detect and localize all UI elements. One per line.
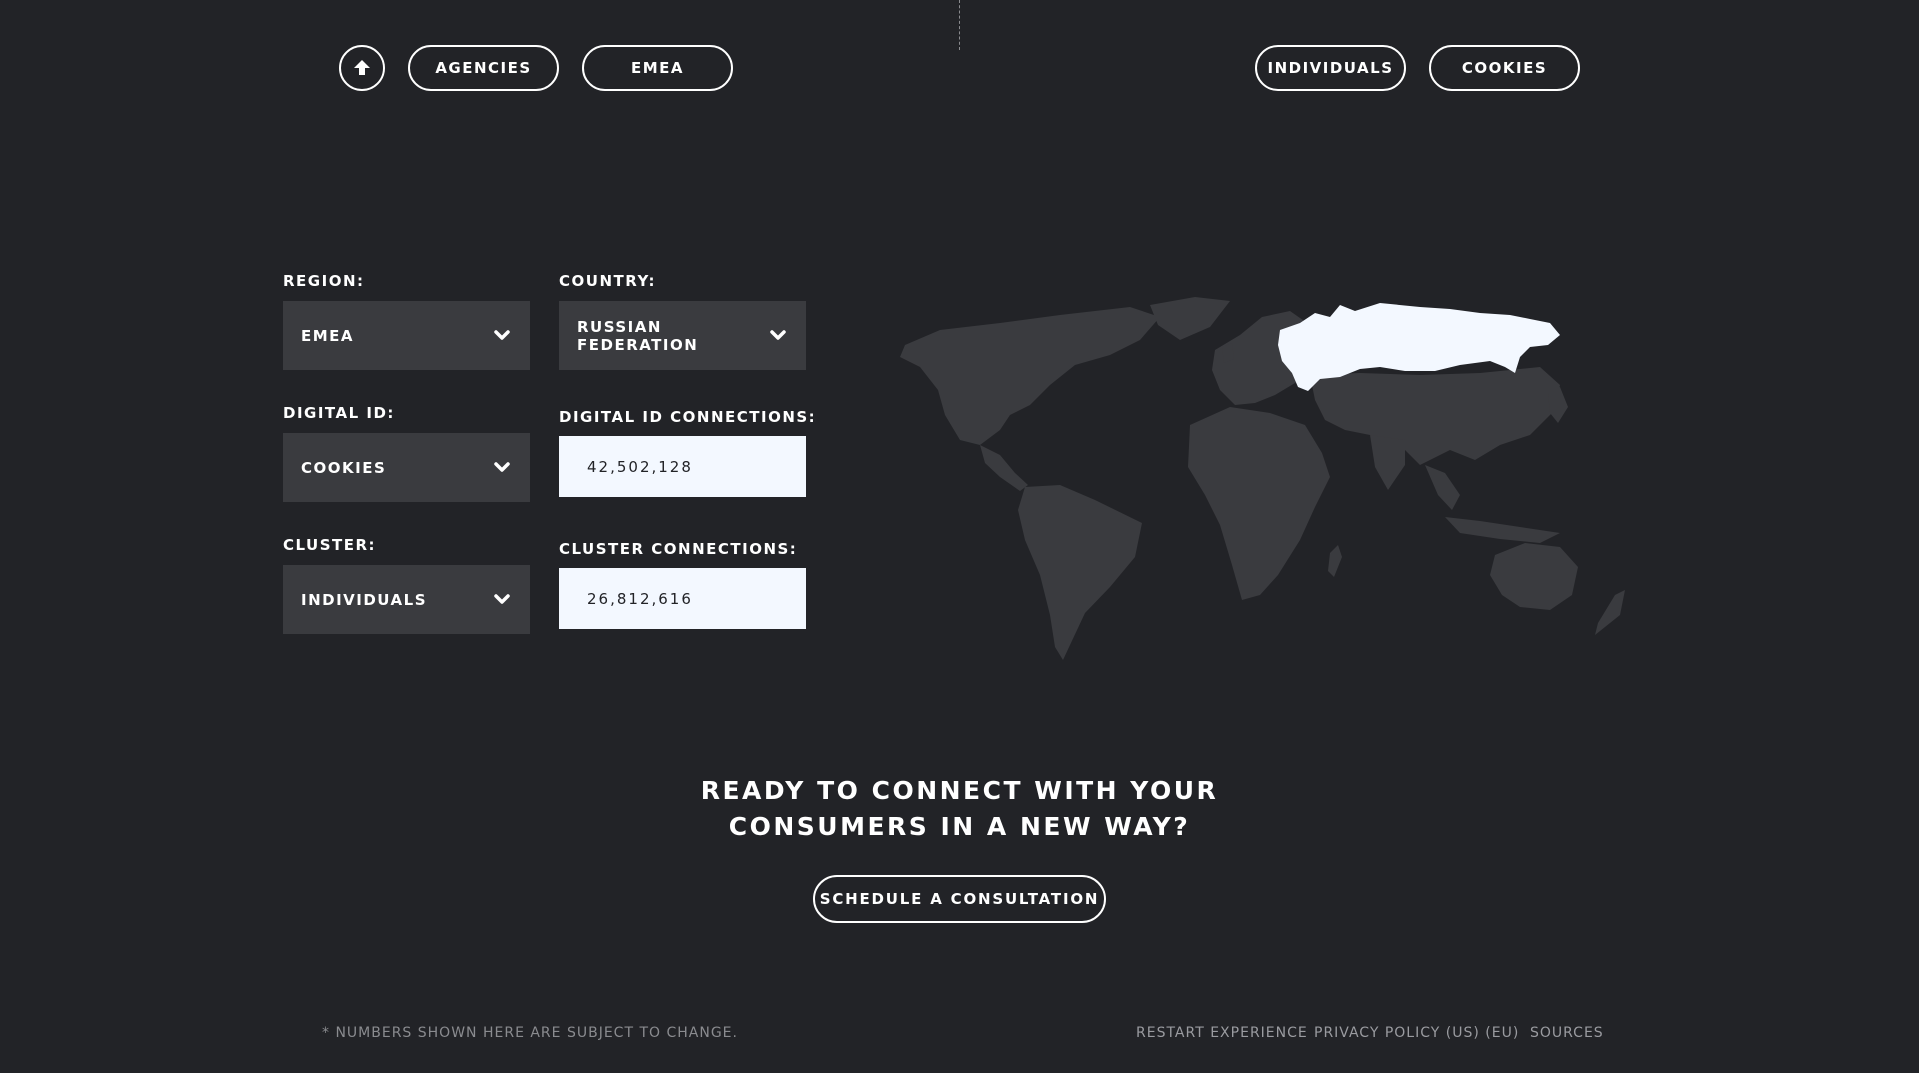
schedule-consultation-button[interactable]: SCHEDULE A CONSULTATION bbox=[813, 875, 1106, 923]
cluster-label: CLUSTER: bbox=[283, 536, 377, 554]
japan-landmass bbox=[1548, 387, 1568, 423]
south-america-landmass bbox=[1018, 485, 1142, 660]
world-map bbox=[900, 297, 1625, 660]
disclaimer-note: * NUMBERS SHOWN HERE ARE SUBJECT TO CHAN… bbox=[322, 1025, 738, 1041]
digital-id-select[interactable]: COOKIES bbox=[283, 433, 530, 502]
breadcrumb-individuals-button[interactable]: INDIVIDUALS bbox=[1255, 45, 1406, 91]
southeast-asia-landmass bbox=[1425, 465, 1460, 510]
cluster-select-value: INDIVIDUALS bbox=[301, 590, 427, 609]
sources-link[interactable]: SOURCES bbox=[1530, 1025, 1604, 1041]
indonesia-landmass bbox=[1445, 517, 1560, 543]
digital-id-connections-value: 42,502,128 bbox=[559, 436, 806, 497]
breadcrumb-cookies-button[interactable]: COOKIES bbox=[1429, 45, 1580, 91]
chevron-down-icon bbox=[494, 330, 510, 341]
asia-landmass bbox=[1310, 367, 1560, 465]
india-landmass bbox=[1370, 435, 1405, 490]
digital-id-connections-label: DIGITAL ID CONNECTIONS: bbox=[559, 408, 817, 426]
australia-landmass bbox=[1490, 543, 1578, 610]
chevron-down-icon bbox=[494, 594, 510, 605]
cta-title-line2: CONSUMERS IN A NEW WAY? bbox=[728, 812, 1191, 841]
chevron-down-icon bbox=[770, 330, 786, 341]
madagascar-landmass bbox=[1328, 545, 1342, 577]
central-america-landmass bbox=[980, 445, 1028, 491]
home-arrow-up-icon bbox=[354, 60, 370, 75]
country-select-value: RUSSIAN FEDERATION bbox=[577, 317, 699, 354]
country-select[interactable]: RUSSIAN FEDERATION bbox=[559, 301, 806, 370]
digital-id-select-value: COOKIES bbox=[301, 458, 387, 477]
breadcrumb-agencies-button[interactable]: AGENCIES bbox=[408, 45, 559, 91]
cluster-connections-label: CLUSTER CONNECTIONS: bbox=[559, 540, 798, 558]
new-zealand-landmass bbox=[1595, 590, 1625, 635]
cta-title-line1: READY TO CONNECT WITH YOUR bbox=[700, 776, 1219, 805]
center-divider bbox=[959, 0, 960, 50]
africa-landmass bbox=[1188, 407, 1330, 600]
cluster-connections-value: 26,812,616 bbox=[559, 568, 806, 629]
region-select-value: EMEA bbox=[301, 326, 355, 345]
north-america-landmass bbox=[900, 307, 1160, 445]
region-select[interactable]: EMEA bbox=[283, 301, 530, 370]
country-label: COUNTRY: bbox=[559, 272, 657, 290]
region-label: REGION: bbox=[283, 272, 365, 290]
chevron-down-icon bbox=[494, 462, 510, 473]
privacy-policy-link[interactable]: PRIVACY POLICY (US) (EU) bbox=[1314, 1025, 1519, 1041]
greenland-landmass bbox=[1150, 297, 1230, 340]
home-button[interactable] bbox=[339, 45, 385, 91]
restart-experience-link[interactable]: RESTART EXPERIENCE bbox=[1136, 1025, 1308, 1041]
breadcrumb-emea-button[interactable]: EMEA bbox=[582, 45, 733, 91]
digital-id-label: DIGITAL ID: bbox=[283, 404, 395, 422]
cluster-select[interactable]: INDIVIDUALS bbox=[283, 565, 530, 634]
page: AGENCIES EMEA INDIVIDUALS COOKIES REGION… bbox=[0, 0, 1919, 1073]
